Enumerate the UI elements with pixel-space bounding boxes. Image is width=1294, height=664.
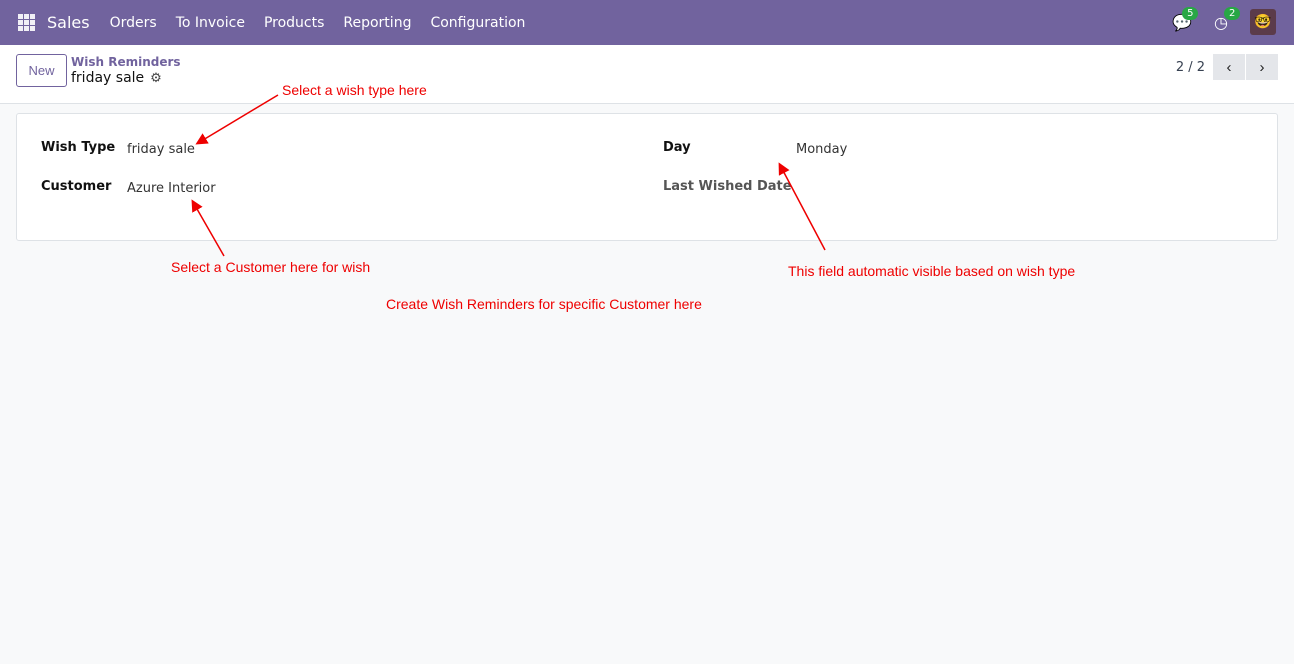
- annotation-arrows: [191, 94, 826, 257]
- annotation-customer: Select a Customer here for wish: [171, 259, 371, 275]
- annotation-general: Create Wish Reminders for specific Custo…: [386, 296, 702, 312]
- annotation-day: This field automatic visible based on wi…: [788, 263, 1076, 279]
- annotation-wish-type: Select a wish type here: [282, 82, 427, 98]
